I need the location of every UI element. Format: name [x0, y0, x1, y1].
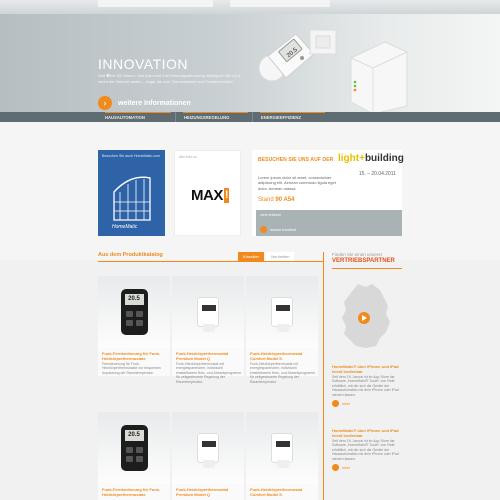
product-image: 20.5: [98, 412, 170, 484]
news-more-link[interactable]: mehr: [332, 400, 402, 408]
event-text: Lorem ipsum dolor sit amet, consectetuer…: [258, 175, 336, 191]
product-card[interactable]: Funk-Heizkörperthermostat Comfort Model …: [246, 276, 318, 416]
catalog-divider: [98, 261, 323, 262]
nav-item-heizungsregelung[interactable]: HEIZUNGSREGELUNG: [175, 112, 252, 122]
event-stand: Stand 90 A54: [258, 197, 294, 203]
wall-switch-illustration: [309, 29, 337, 55]
nav-item-energieeffizienz[interactable]: ENERGIEEFFIZIENZ: [252, 112, 329, 122]
product-row: 20.5 Funk-Fernbedienung für Funk-Heizkör…: [98, 412, 318, 500]
tab-klassiker[interactable]: Klassiker: [238, 252, 265, 261]
event-brand-building: building: [364, 153, 404, 164]
messe-frankfurt-label: messe frankfurt: [270, 227, 297, 232]
exclamation-icon: !: [223, 188, 230, 203]
product-description: Funk-Heizkörperthermostat mit energiespa…: [176, 362, 242, 384]
max-caption: Alle Info zu: [179, 155, 197, 159]
arrow-right-icon: ›: [98, 96, 112, 110]
homematic-caption: Besuchen Sie auch HomeMatic.com: [102, 154, 160, 158]
event-map-banner[interactable]: mehr erfahren messe frankfurt: [256, 210, 402, 236]
thermostat-icon: [271, 297, 293, 332]
sidebar-title[interactable]: VERTRIEBSPARTNER: [332, 258, 402, 264]
event-stand-value: 90 A54: [275, 197, 295, 203]
remote-control-icon: 20.5: [120, 425, 148, 471]
event-dates: 15. – 20.04.2011: [358, 171, 396, 177]
product-row: 20.5 Funk-Fernbedienung für Funk-Heizkör…: [98, 276, 318, 416]
central-unit-illustration: [350, 41, 408, 114]
messe-frankfurt-link[interactable]: messe frankfurt: [260, 226, 296, 233]
arrow-right-icon: [260, 226, 267, 233]
product-name: Funk-Fernbedienung für Funk-Heizkörperth…: [102, 487, 161, 497]
thermostat-icon: [197, 297, 219, 332]
top-tab: [230, 0, 330, 7]
sidebar-separator: [323, 252, 324, 500]
arrow-right-icon: [332, 464, 339, 472]
max-teaser[interactable]: Alle Info zu MAX!: [174, 150, 241, 236]
event-stand-label: Stand: [258, 197, 274, 203]
hero-cta-label: weitere Informationen: [118, 99, 191, 107]
news-text: Seit dem 15. Januar ist im App Store die…: [332, 375, 399, 397]
product-image: [172, 412, 244, 484]
germany-map-icon[interactable]: [336, 282, 396, 350]
sidebar-divider: [332, 268, 402, 269]
max-logo: MAX!: [191, 187, 230, 204]
thermostat-icon: [271, 433, 293, 468]
hero-more-info-button[interactable]: › weitere Informationen: [98, 96, 191, 110]
top-tab: [98, 0, 213, 7]
product-card[interactable]: Funk-Heizkörperthermostat Comfort Model …: [246, 412, 318, 500]
sidebar: Finden Sie einen unserer VERTRIEBSPARTNE…: [332, 252, 402, 500]
remote-control-icon: 20.5: [120, 289, 148, 335]
product-card[interactable]: 20.5 Funk-Fernbedienung für Funk-Heizkör…: [98, 412, 170, 500]
news-more-label: mehr: [342, 401, 350, 406]
news-headline: HomeMatic® über iPhone und iPad leicht b…: [332, 428, 399, 438]
arrow-right-icon: [332, 400, 339, 408]
product-card[interactable]: 20.5 Funk-Fernbedienung für Funk-Heizkör…: [98, 276, 170, 416]
hero-nav: HAUSAUTOMATION HEIZUNGSREGELUNG ENERGIEE…: [0, 112, 500, 122]
hero-text: Seit �ber 35 Jahren: Und jetzt wird Ihre…: [98, 73, 241, 84]
hero-banner: 20.5 INNOVATION Seit �ber 35 Jahren: Und…: [0, 0, 500, 122]
product-image: [246, 412, 318, 484]
promo-strip: [0, 122, 500, 260]
homematic-logo-icon: [113, 176, 151, 221]
event-brand: light+building: [338, 153, 404, 164]
product-name: Funk-Fernbedienung für Funk-Heizkörperth…: [102, 351, 161, 361]
sidebar-subtitle: Finden Sie einen unserer: [332, 252, 383, 257]
news-more-link[interactable]: mehr: [332, 464, 402, 472]
product-name: Funk-Heizkörperthermostat Comfort Model …: [250, 487, 303, 497]
catalog-title: Aus dem Produktkatalog: [98, 252, 163, 258]
homematic-teaser[interactable]: Besuchen Sie auch HomeMatic.com HomeMati…: [98, 150, 165, 236]
news-item: HomeMatic® über iPhone und iPad leicht b…: [332, 428, 402, 472]
news-text: Seit dem 15. Januar ist im App Store die…: [332, 439, 399, 461]
product-description: Fernsteuerung für Funk-Heizkörperthermos…: [102, 362, 161, 375]
news-more-label: mehr: [342, 465, 350, 470]
nav-item-label: HEIZUNGSREGELUNG: [184, 114, 230, 120]
nav-item-label: HAUSAUTOMATION: [105, 114, 145, 120]
product-name: Funk-Heizkörperthermostat Premium Model …: [176, 351, 229, 361]
product-image: 20.5: [98, 276, 170, 348]
hero-title: INNOVATION: [98, 56, 189, 72]
product-description: Funk-Heizkörperthermostat mit energiespa…: [250, 362, 316, 384]
catalog-tabs: Klassiker Neuheiten: [238, 252, 295, 261]
event-headline: BESUCHEN SIE UNS AUF DER: [258, 157, 334, 163]
event-brand-light: light+: [338, 153, 365, 164]
max-brand: MAX: [191, 187, 223, 204]
product-image: [246, 276, 318, 348]
event-map-caption: mehr erfahren: [260, 213, 282, 217]
nav-item-label: ENERGIEEFFIZIENZ: [261, 114, 302, 120]
homematic-brand: HomeMatic: [112, 224, 138, 230]
product-card[interactable]: Funk-Heizkörperthermostat Premium Model …: [172, 276, 244, 416]
event-teaser: BESUCHEN SIE UNS AUF DER light+building …: [252, 150, 404, 236]
nav-item-hausautomation[interactable]: HAUSAUTOMATION: [98, 112, 175, 122]
page: 20.5 INNOVATION Seit �ber 35 Jahren: Und…: [0, 0, 500, 500]
remote-screen-value: 20.5: [124, 294, 144, 305]
product-card[interactable]: Funk-Heizkörperthermostat Premium Model …: [172, 412, 244, 500]
news-item: HomeMatic® über iPhone und iPad leicht b…: [332, 364, 402, 408]
tab-neuheiten[interactable]: Neuheiten: [266, 252, 295, 261]
remote-screen-value: 20.5: [124, 430, 144, 441]
product-name: Funk-Heizkörperthermostat Premium Model …: [176, 487, 229, 497]
thermostat-icon: [197, 433, 219, 468]
product-image: [172, 276, 244, 348]
product-name: Funk-Heizkörperthermostat Comfort Model …: [250, 351, 303, 361]
news-headline: HomeMatic® über iPhone und iPad leicht b…: [332, 364, 399, 374]
